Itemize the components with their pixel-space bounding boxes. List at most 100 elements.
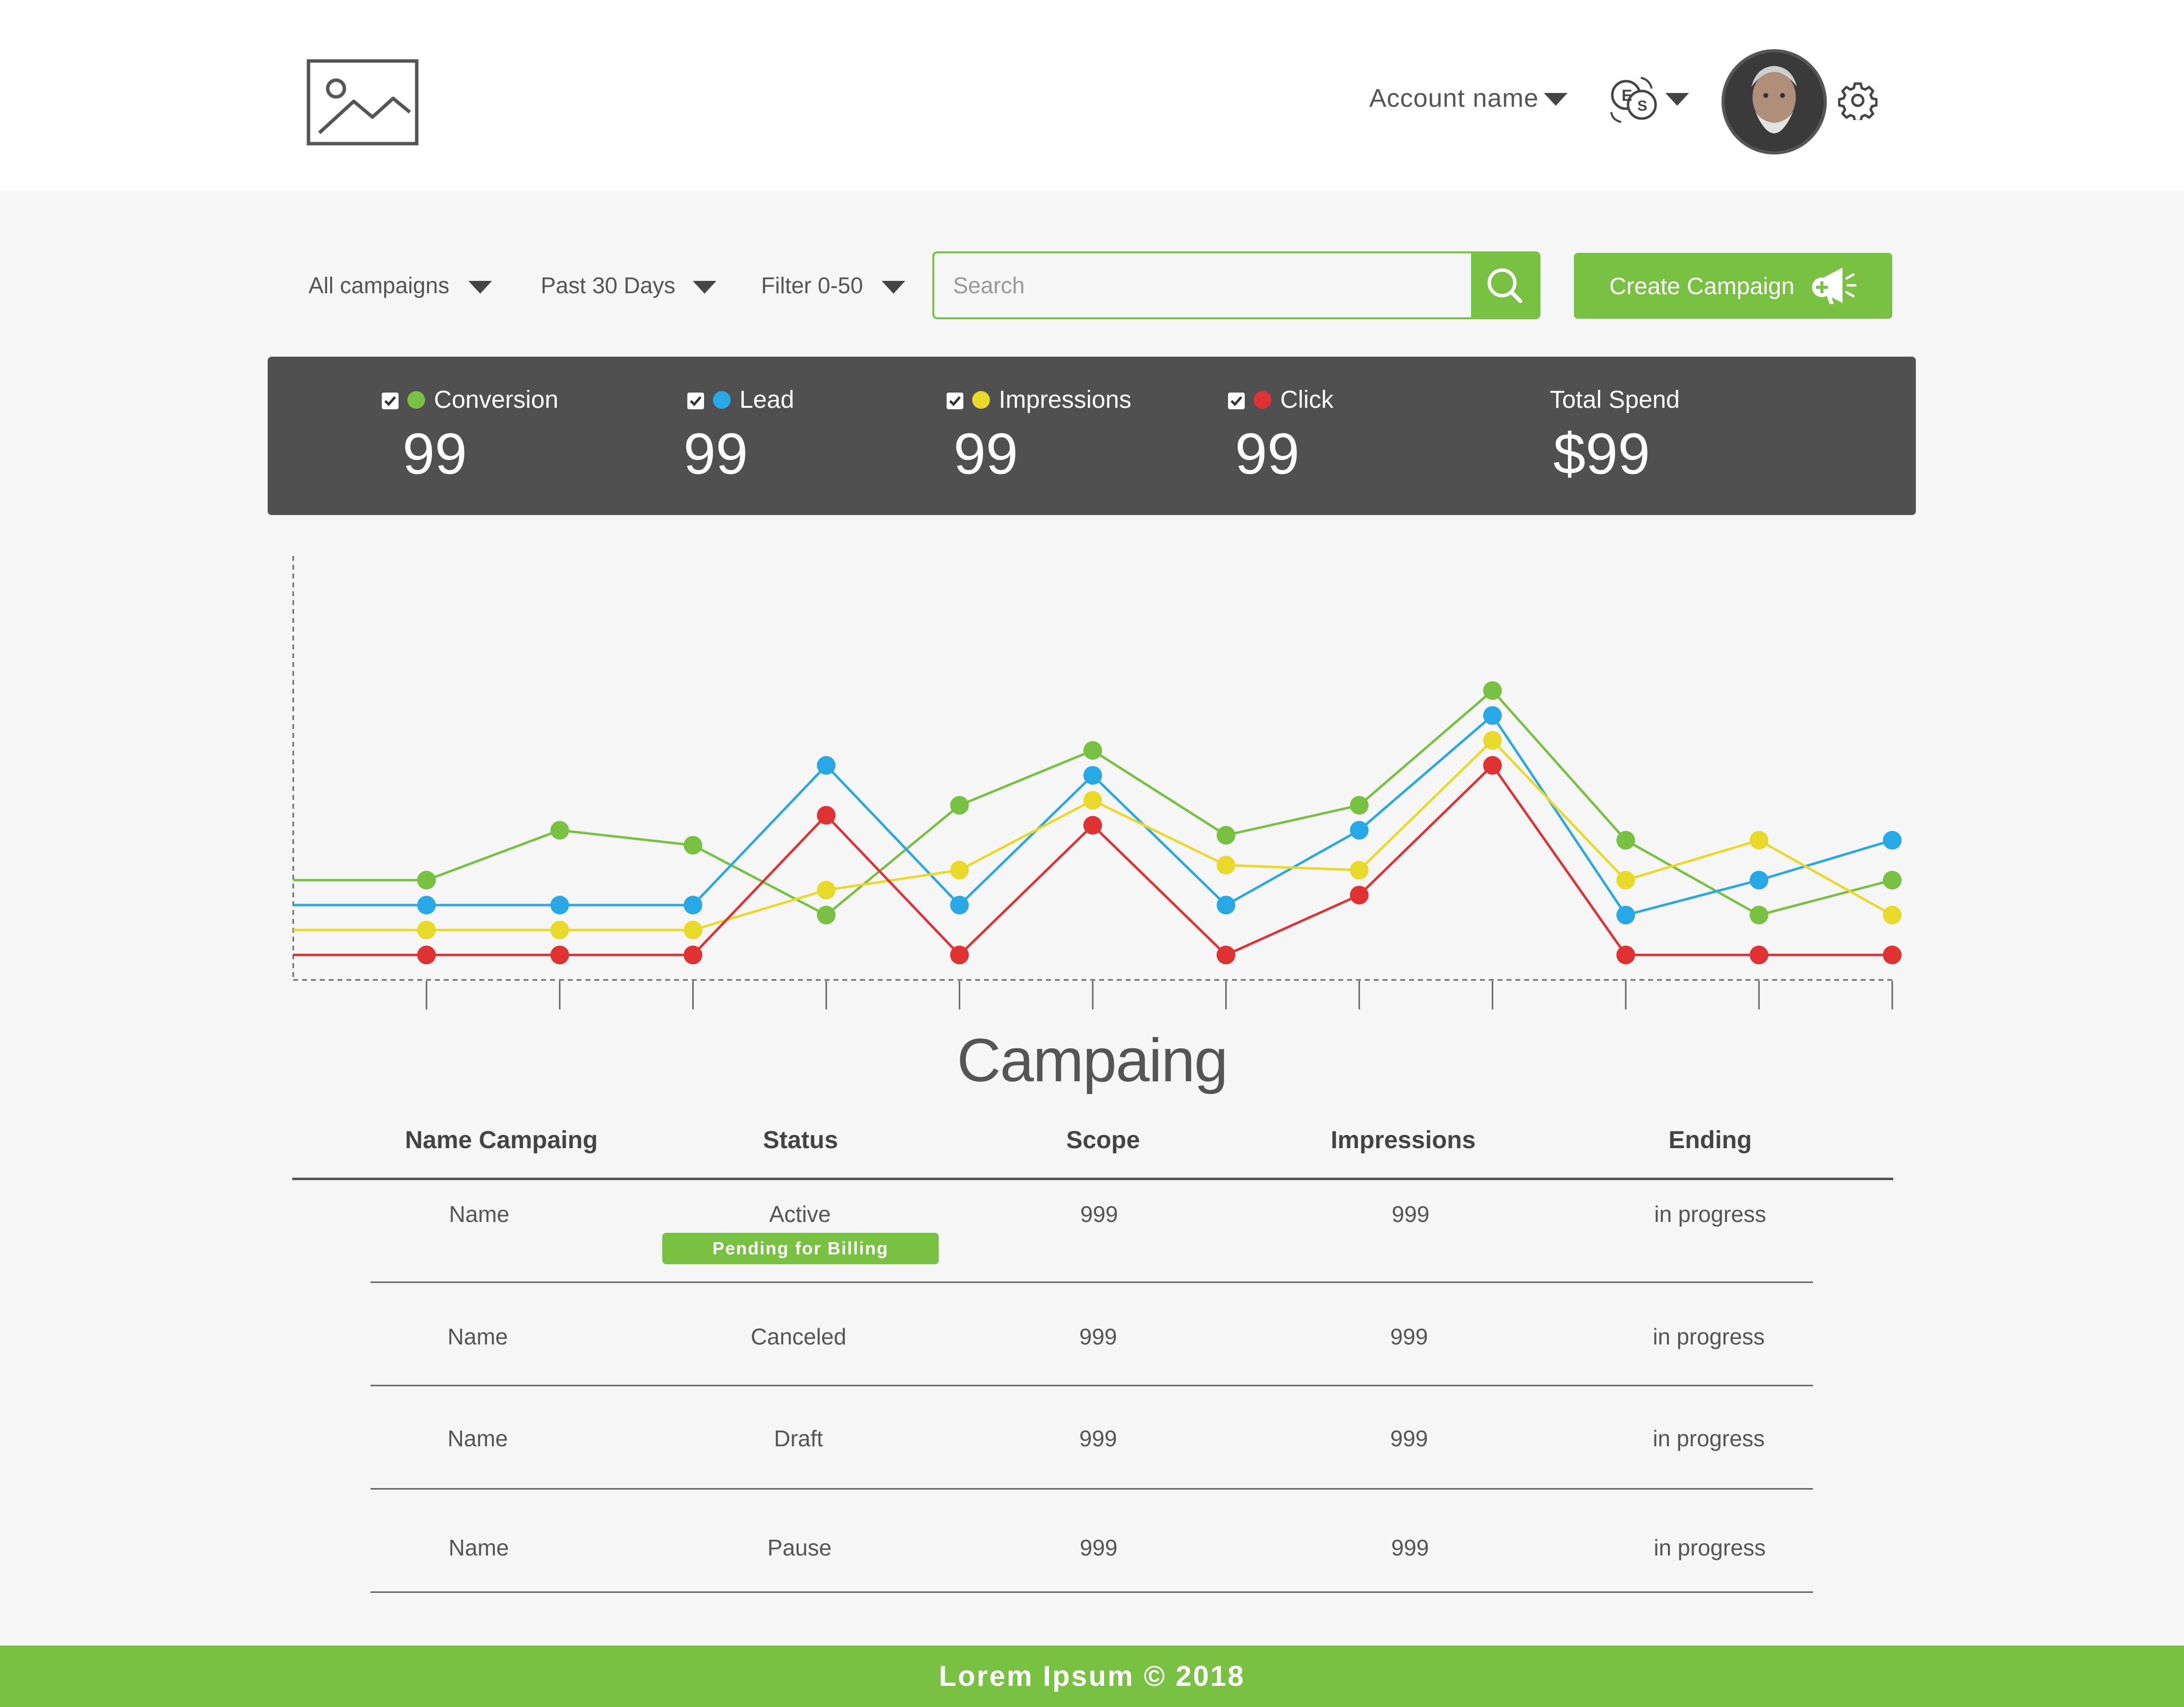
- total-spend-label: Total Spend: [1550, 386, 1680, 413]
- data-point-click: [1083, 816, 1102, 835]
- stat-label: Click: [1280, 386, 1334, 413]
- stat-value: 99: [954, 422, 1018, 487]
- cell-status: Active: [769, 1201, 831, 1227]
- data-point-click: [550, 945, 569, 965]
- conversion-legend-dot: [407, 391, 425, 409]
- data-point-impressions: [1616, 871, 1635, 890]
- data-point-impressions: [1883, 906, 1902, 925]
- cell-name: Name: [447, 1426, 508, 1451]
- total-spend-value: $99: [1553, 422, 1650, 487]
- data-point-click: [817, 806, 836, 825]
- chevron-down-icon[interactable]: [1665, 93, 1689, 106]
- data-point-lead: [1483, 706, 1502, 725]
- stat-label: Conversion: [434, 386, 558, 413]
- cell-impressions: 999: [1390, 1426, 1428, 1451]
- data-point-click: [1350, 885, 1369, 905]
- cell-ending: in progress: [1653, 1324, 1765, 1349]
- cell-name: Name: [448, 1535, 509, 1560]
- data-point-conversion: [1750, 906, 1769, 925]
- data-point-impressions: [817, 881, 836, 900]
- column-header-impressions: Impressions: [1330, 1126, 1476, 1154]
- data-point-conversion: [950, 796, 969, 815]
- search-icon: [1487, 268, 1522, 303]
- data-point-impressions: [1750, 831, 1769, 850]
- campaigns-dropdown[interactable]: All campaigns: [308, 272, 492, 299]
- stat-conversion-header: Conversion: [382, 385, 558, 414]
- cell-impressions: 999: [1391, 1201, 1430, 1227]
- cell-name: Name: [449, 1201, 510, 1227]
- pending-billing-badge: Pending for Billing: [662, 1233, 939, 1264]
- row-divider: [370, 1488, 1813, 1490]
- click-checkbox[interactable]: [1228, 393, 1245, 409]
- performance-line-chart: [292, 556, 1902, 1009]
- stat-value: 99: [1235, 422, 1300, 487]
- data-point-lead: [1350, 821, 1369, 840]
- campaigns-dropdown-label: All campaigns: [308, 273, 450, 298]
- data-point-lead: [950, 895, 969, 914]
- chevron-down-icon: [693, 281, 716, 294]
- lead-checkbox[interactable]: [687, 393, 704, 409]
- account-name-dropdown[interactable]: Account name: [1369, 84, 1538, 113]
- data-point-conversion: [1616, 831, 1635, 850]
- row-divider: [370, 1281, 1813, 1283]
- cell-name: Name: [447, 1324, 508, 1349]
- date-range-label: Past 30 Days: [541, 273, 676, 298]
- cell-status: Pause: [767, 1535, 832, 1560]
- stat-impressions-header: Impressions: [947, 385, 1132, 414]
- create-campaign-button[interactable]: Create Campaign: [1574, 253, 1892, 319]
- data-point-impressions: [1083, 791, 1102, 810]
- data-point-impressions: [1350, 860, 1369, 880]
- stat-value: 99: [402, 422, 467, 487]
- data-point-impressions: [1216, 855, 1235, 875]
- image-placeholder-icon[interactable]: [307, 59, 419, 146]
- cell-impressions: 999: [1391, 1535, 1429, 1560]
- row-divider: [370, 1385, 1813, 1386]
- data-point-impressions: [950, 860, 969, 880]
- data-point-conversion: [1216, 825, 1235, 845]
- data-point-conversion: [550, 821, 569, 840]
- stat-click-header: Click: [1228, 385, 1333, 414]
- column-header-name: Name Campaing: [405, 1126, 598, 1154]
- range-filter-dropdown[interactable]: Filter 0-50: [761, 272, 905, 299]
- chevron-down-icon: [468, 281, 492, 294]
- cell-ending: in progress: [1653, 1426, 1765, 1451]
- data-point-lead: [817, 756, 836, 775]
- stats-bar: Conversion 99 Lead 99 Impressions 99 Cli…: [268, 357, 1916, 515]
- section-title: Campaing: [956, 1027, 1228, 1095]
- cell-scope: 999: [1079, 1535, 1118, 1560]
- chevron-down-icon[interactable]: [1544, 93, 1568, 106]
- column-header-status: Status: [763, 1126, 838, 1154]
- stat-value: 99: [683, 422, 748, 487]
- data-point-lead: [1216, 895, 1235, 914]
- column-header-scope: Scope: [1066, 1126, 1140, 1154]
- stat-lead-header: Lead: [687, 385, 794, 414]
- data-point-lead: [1083, 766, 1102, 785]
- impressions-legend-dot: [972, 391, 990, 409]
- currency-exchange-icon[interactable]: E S: [1606, 73, 1661, 127]
- avatar[interactable]: [1722, 49, 1827, 154]
- impressions-checkbox[interactable]: [947, 393, 963, 409]
- data-point-click: [1883, 945, 1902, 965]
- data-point-click: [1483, 756, 1502, 775]
- stat-label: Impressions: [999, 386, 1132, 413]
- data-point-click: [417, 945, 436, 965]
- data-point-conversion: [1083, 741, 1102, 760]
- top-header: Account name E S: [0, 0, 2184, 191]
- cell-status: Draft: [774, 1426, 823, 1451]
- data-point-impressions: [1483, 731, 1502, 750]
- gear-icon[interactable]: [1838, 81, 1877, 120]
- range-filter-label: Filter 0-50: [761, 273, 863, 298]
- data-point-impressions: [417, 920, 436, 940]
- conversion-checkbox[interactable]: [382, 393, 399, 409]
- search-input[interactable]: [934, 253, 1473, 317]
- chevron-down-icon: [882, 281, 905, 294]
- cell-scope: 999: [1079, 1426, 1117, 1451]
- data-point-conversion: [1483, 681, 1502, 700]
- svg-text:E: E: [1622, 87, 1632, 104]
- svg-text:S: S: [1637, 98, 1647, 114]
- row-divider: [370, 1591, 1813, 1593]
- data-point-click: [1616, 945, 1635, 965]
- date-range-dropdown[interactable]: Past 30 Days: [541, 272, 716, 299]
- data-point-click: [950, 945, 969, 965]
- search-button[interactable]: [1471, 253, 1538, 317]
